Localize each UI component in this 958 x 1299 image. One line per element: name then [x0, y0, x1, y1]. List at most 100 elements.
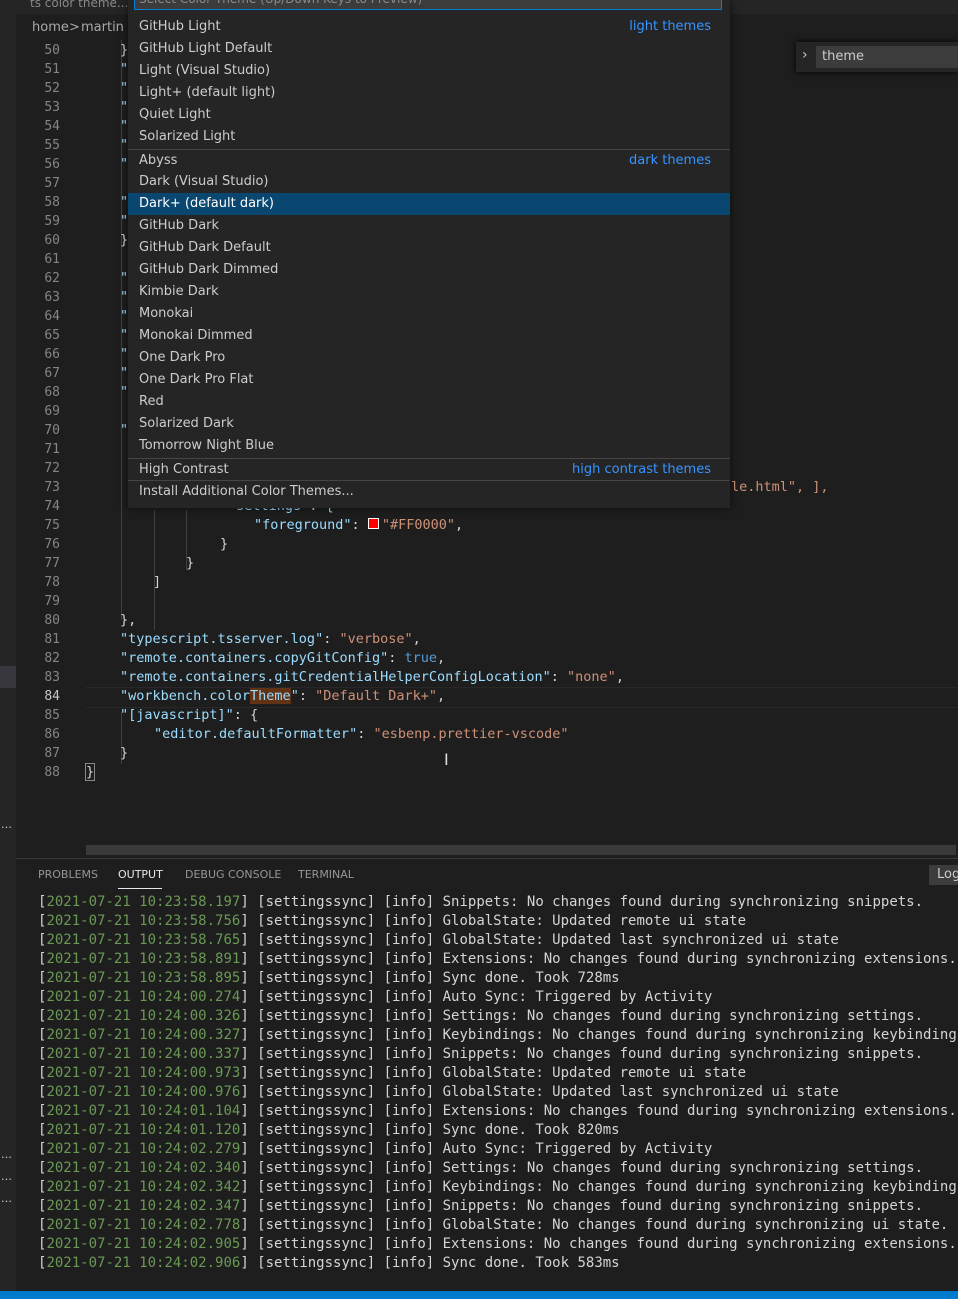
log-timestamp: 2021-07-21 10:24:02.778 — [46, 1217, 241, 1233]
theme-option[interactable]: Red — [128, 391, 730, 413]
horizontal-scrollbar[interactable] — [86, 845, 956, 855]
theme-option[interactable]: GitHub Dark Dimmed — [128, 259, 730, 281]
log-message: ] [settingssync] [info] Snippets: No cha… — [240, 1046, 924, 1062]
tab-problems[interactable]: PROBLEMS — [38, 868, 98, 881]
line-number: 80 — [44, 613, 60, 628]
line-number: 73 — [44, 480, 60, 495]
line-number: 51 — [44, 62, 60, 77]
panel-tab-bar: PROBLEMS OUTPUT DEBUG CONSOLE TERMINAL L… — [16, 859, 958, 891]
code-line: " — [120, 384, 129, 400]
indent-guide — [154, 510, 155, 630]
theme-option[interactable]: Install Additional Color Themes... — [128, 480, 730, 503]
theme-option[interactable]: Monokai Dimmed — [128, 325, 730, 347]
log-message: ] [settingssync] [info] Sync done. Took … — [240, 1255, 620, 1271]
active-tab-indicator — [118, 888, 162, 889]
log-message: ] [settingssync] [info] Keybindings: No … — [240, 1179, 958, 1195]
breadcrumb-user[interactable]: martin — [81, 20, 124, 35]
theme-option[interactable]: GitHub Dark Default — [128, 237, 730, 259]
theme-option[interactable]: GitHub Light Default — [128, 38, 730, 60]
code-line: }, — [120, 612, 137, 628]
theme-option[interactable]: Light+ (default light) — [128, 82, 730, 104]
theme-option[interactable]: Tomorrow Night Blue — [128, 435, 730, 457]
code-line: } — [186, 555, 195, 571]
find-input[interactable]: theme — [816, 46, 958, 68]
line-number: 84 — [44, 689, 60, 704]
log-line: [2021-07-21 10:24:01.120] [settingssync]… — [38, 1122, 620, 1138]
theme-option[interactable]: Abyss dark themes — [128, 149, 730, 172]
color-swatch[interactable] — [367, 518, 379, 529]
log-line: [2021-07-21 10:24:01.104] [settingssync]… — [38, 1103, 957, 1119]
log-timestamp: 2021-07-21 10:24:01.120 — [46, 1122, 241, 1138]
tab-debug-console[interactable]: DEBUG CONSOLE — [185, 868, 281, 881]
line-number: 56 — [44, 157, 60, 172]
log-line: [2021-07-21 10:24:02.340] [settingssync]… — [38, 1160, 924, 1176]
theme-option[interactable]: Dark (Visual Studio) — [128, 171, 730, 193]
sidebar-active-marker — [0, 666, 16, 688]
theme-option[interactable]: Kimbie Dark — [128, 281, 730, 303]
line-number: 66 — [44, 347, 60, 362]
theme-option[interactable]: GitHub Dark — [128, 215, 730, 237]
log-line: [2021-07-21 10:24:02.342] [settingssync]… — [38, 1179, 958, 1195]
theme-option[interactable]: GitHub Light light themes — [128, 16, 730, 38]
editor-tab[interactable]: ts color theme... — [30, 0, 128, 10]
log-message: ] [settingssync] [info] Extensions: No c… — [240, 1236, 957, 1252]
tab-output[interactable]: OUTPUT — [118, 868, 163, 881]
breadcrumb-home[interactable]: home — [32, 20, 69, 35]
theme-option[interactable]: Light (Visual Studio) — [128, 60, 730, 82]
log-timestamp: 2021-07-21 10:24:02.279 — [46, 1141, 241, 1157]
log-timestamp: 2021-07-21 10:24:00.976 — [46, 1084, 241, 1100]
theme-option[interactable]: Quiet Light — [128, 104, 730, 126]
log-message: ] [settingssync] [info] GlobalState: Upd… — [240, 913, 747, 929]
code-line: " — [120, 365, 129, 381]
theme-option[interactable]: One Dark Pro — [128, 347, 730, 369]
log-line: [2021-07-21 10:24:02.906] [settingssync]… — [38, 1255, 620, 1271]
output-channel-select[interactable]: Log — [929, 865, 958, 885]
log-message: ] [settingssync] [info] Keybindings: No … — [240, 1027, 958, 1043]
log-line: [2021-07-21 10:23:58.891] [settingssync]… — [38, 951, 957, 967]
theme-picker-input[interactable]: Select Color Theme (Up/Down Keys to Prev… — [134, 0, 722, 10]
log-timestamp: 2021-07-21 10:24:00.326 — [46, 1008, 241, 1024]
log-timestamp: 2021-07-21 10:24:00.327 — [46, 1027, 241, 1043]
theme-option-label: GitHub Dark — [139, 218, 220, 233]
theme-option-label: One Dark Pro Flat — [139, 372, 254, 387]
more-dots-icon[interactable]: … — [1, 1148, 12, 1161]
log-message: ] [settingssync] [info] Snippets: No cha… — [240, 894, 924, 910]
theme-group-label: high contrast themes — [572, 462, 711, 477]
log-message: ] [settingssync] [info] Settings: No cha… — [240, 1160, 924, 1176]
chevron-right-icon[interactable]: › — [802, 47, 808, 63]
code-line: "workbench.colorTheme": "Default Dark+", — [120, 688, 446, 704]
theme-option[interactable]: One Dark Pro Flat — [128, 369, 730, 391]
line-number: 70 — [44, 423, 60, 438]
log-line: [2021-07-21 10:24:02.347] [settingssync]… — [38, 1198, 924, 1214]
theme-option[interactable]: Monokai — [128, 303, 730, 325]
code-line: " — [120, 308, 129, 324]
theme-option[interactable]: Solarized Dark — [128, 413, 730, 435]
log-timestamp: 2021-07-21 10:24:00.337 — [46, 1046, 241, 1062]
log-line: [2021-07-21 10:24:00.327] [settingssync]… — [38, 1027, 958, 1043]
more-dots-icon[interactable]: … — [1, 1192, 12, 1205]
line-number: 52 — [44, 81, 60, 96]
theme-option[interactable]: Solarized Light — [128, 126, 730, 148]
log-timestamp: 2021-07-21 10:24:02.340 — [46, 1160, 241, 1176]
code-line: "foreground": "#FF0000", — [254, 517, 464, 533]
log-message: ] [settingssync] [info] Extensions: No c… — [240, 1103, 957, 1119]
theme-option[interactable]: High Contrast high contrast themes — [128, 458, 730, 481]
log-timestamp: 2021-07-21 10:23:58.197 — [46, 894, 241, 910]
more-dots-icon[interactable]: … — [1, 1170, 12, 1183]
tab-terminal[interactable]: TERMINAL — [298, 868, 354, 881]
code-line: " — [120, 61, 129, 77]
theme-option[interactable]: Dark+ (default dark) — [128, 193, 730, 215]
line-number: 62 — [44, 271, 60, 286]
log-message: ] [settingssync] [info] Sync done. Took … — [240, 970, 620, 986]
line-number: 50 — [44, 43, 60, 58]
sidebar-strip: … … … … — [0, 0, 16, 1299]
theme-option-label: Install Additional Color Themes... — [139, 484, 354, 499]
log-timestamp: 2021-07-21 10:24:02.905 — [46, 1236, 241, 1252]
log-message: ] [settingssync] [info] Extensions: No c… — [240, 951, 957, 967]
line-number: 82 — [44, 651, 60, 666]
code-line: " — [120, 213, 129, 229]
code-line: le.html", ], — [731, 479, 829, 495]
more-dots-icon[interactable]: … — [1, 818, 12, 831]
line-number: 81 — [44, 632, 60, 647]
line-number: 74 — [44, 499, 60, 514]
